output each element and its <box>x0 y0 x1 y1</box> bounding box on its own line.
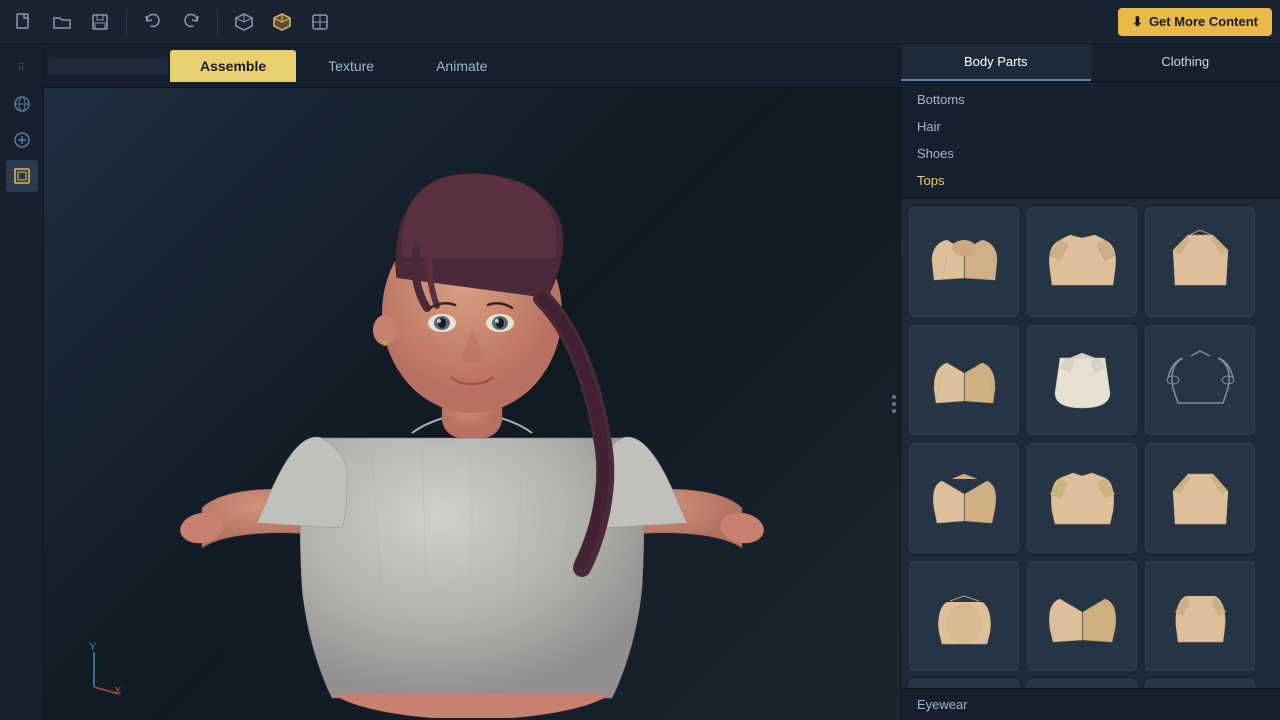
frame-icon[interactable] <box>6 160 38 192</box>
separator-1 <box>126 10 127 34</box>
top-item-2[interactable] <box>1027 207 1137 317</box>
tab-texture[interactable]: Texture <box>298 50 404 82</box>
top-item-7[interactable] <box>909 443 1019 553</box>
add-object-icon[interactable] <box>6 124 38 156</box>
save-icon[interactable] <box>84 6 116 38</box>
category-shoes[interactable]: Shoes <box>901 140 1280 167</box>
category-tops[interactable]: Tops <box>901 167 1280 194</box>
bottom-category-eyewear[interactable]: Eyewear <box>901 688 1280 720</box>
tab-blank[interactable] <box>48 58 168 74</box>
grid-row-4 <box>909 561 1272 671</box>
drag-handle-icon[interactable]: ⠿ <box>6 52 38 84</box>
get-more-content-button[interactable]: ⬇ Get More Content <box>1118 8 1272 36</box>
tab-assemble[interactable]: Assemble <box>170 50 296 82</box>
redo-icon[interactable] <box>175 6 207 38</box>
tab-body-parts[interactable]: Body Parts <box>901 44 1091 81</box>
grid-row-1 <box>909 207 1272 317</box>
top-item-11[interactable] <box>1027 561 1137 671</box>
tab-animate[interactable]: Animate <box>406 50 517 82</box>
top-item-12[interactable] <box>1145 561 1255 671</box>
category-bottoms[interactable]: Bottoms <box>901 86 1280 113</box>
cube-filled-icon[interactable] <box>266 6 298 38</box>
new-document-icon[interactable] <box>8 6 40 38</box>
axis-indicator: Y X <box>64 642 124 700</box>
top-item-14[interactable] <box>1027 679 1137 688</box>
items-grid[interactable] <box>901 199 1280 688</box>
main-area: ⠿ Assemble T <box>0 44 1280 720</box>
top-item-1[interactable] <box>909 207 1019 317</box>
tab-clothing[interactable]: Clothing <box>1091 44 1280 81</box>
x-axis-label: X <box>114 685 122 697</box>
top-item-6[interactable] <box>1145 325 1255 435</box>
panel-resize-handle[interactable] <box>892 395 896 413</box>
grid-row-5 <box>909 679 1272 688</box>
character-display <box>44 88 900 720</box>
top-item-8[interactable] <box>1027 443 1137 553</box>
undo-icon[interactable] <box>137 6 169 38</box>
top-item-10[interactable] <box>909 561 1019 671</box>
right-panel: Body Parts Clothing Bottoms Hair Shoes T… <box>900 44 1280 720</box>
open-folder-icon[interactable] <box>46 6 78 38</box>
character-svg <box>122 138 822 718</box>
top-item-3[interactable] <box>1145 207 1255 317</box>
y-axis-label: Y <box>89 642 97 653</box>
download-icon: ⬇ <box>1132 14 1143 30</box>
grid-row-2 <box>909 325 1272 435</box>
left-sidebar: ⠿ <box>0 44 44 720</box>
top-item-5[interactable] <box>1027 325 1137 435</box>
cube-alt-icon[interactable] <box>304 6 336 38</box>
toolbar: ⬇ Get More Content <box>0 0 1280 44</box>
rotate-view-icon[interactable] <box>6 88 38 120</box>
separator-2 <box>217 10 218 34</box>
viewport-canvas[interactable]: Y X <box>44 88 900 720</box>
category-hair[interactable]: Hair <box>901 113 1280 140</box>
top-item-15[interactable] <box>1145 679 1255 688</box>
grid-row-3 <box>909 443 1272 553</box>
panel-tabs: Body Parts Clothing <box>901 44 1280 82</box>
top-item-4[interactable] <box>909 325 1019 435</box>
top-item-13[interactable] <box>909 679 1019 688</box>
cube-outline-icon[interactable] <box>228 6 260 38</box>
top-item-9[interactable] <box>1145 443 1255 553</box>
viewport-tabs: Assemble Texture Animate <box>44 44 900 88</box>
viewport-section: Assemble Texture Animate <box>44 44 900 720</box>
category-list: Bottoms Hair Shoes Tops <box>901 82 1280 199</box>
